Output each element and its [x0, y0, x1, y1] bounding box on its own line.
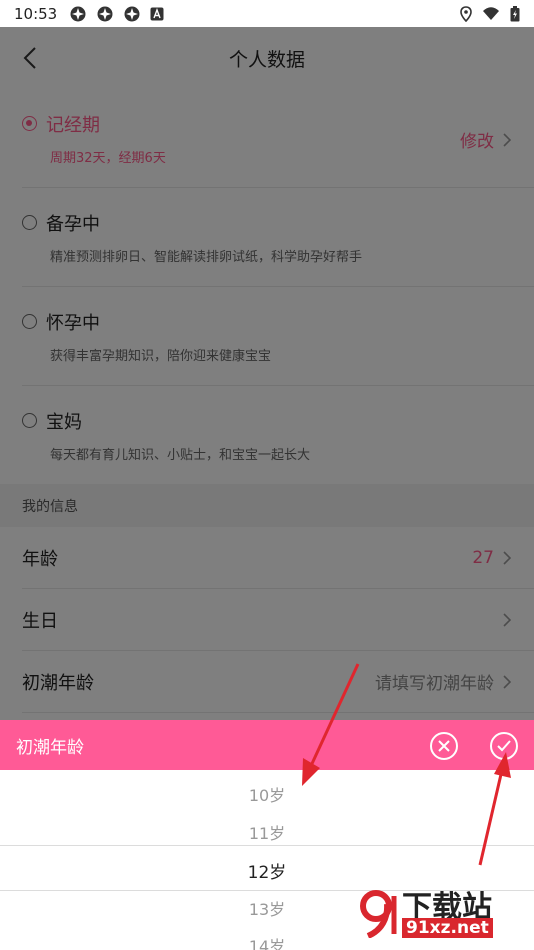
system-icons: [460, 5, 520, 22]
picker-title: 初潮年龄: [16, 737, 84, 758]
picker-toolbar: 初潮年龄: [0, 720, 534, 770]
wifi-icon: [483, 6, 499, 20]
watermark-url: 91xz.net: [402, 918, 493, 938]
status-time: 10:53: [14, 4, 58, 23]
selection-line-top: [0, 845, 534, 846]
app-notification-icon: [124, 6, 140, 21]
watermark-logo-icon: [360, 890, 397, 938]
status-bar: 10:53: [0, 0, 534, 27]
app-notification-icon: [97, 6, 113, 21]
picker-option[interactable]: 11岁: [0, 820, 534, 844]
close-icon: [438, 740, 450, 752]
modal-overlay[interactable]: [0, 27, 534, 770]
confirm-button[interactable]: [490, 732, 518, 760]
a-box-icon: [150, 7, 164, 20]
notification-icons: [69, 5, 164, 23]
picker-option[interactable]: 10岁: [0, 782, 534, 806]
battery-icon: [510, 5, 520, 21]
location-icon: [460, 5, 472, 22]
app-notification-icon: [70, 6, 86, 21]
site-watermark: 下载站 91xz.net: [358, 882, 526, 944]
cancel-button[interactable]: [430, 732, 458, 760]
check-icon: [497, 740, 511, 752]
picker-option-selected[interactable]: 12岁: [0, 858, 534, 883]
